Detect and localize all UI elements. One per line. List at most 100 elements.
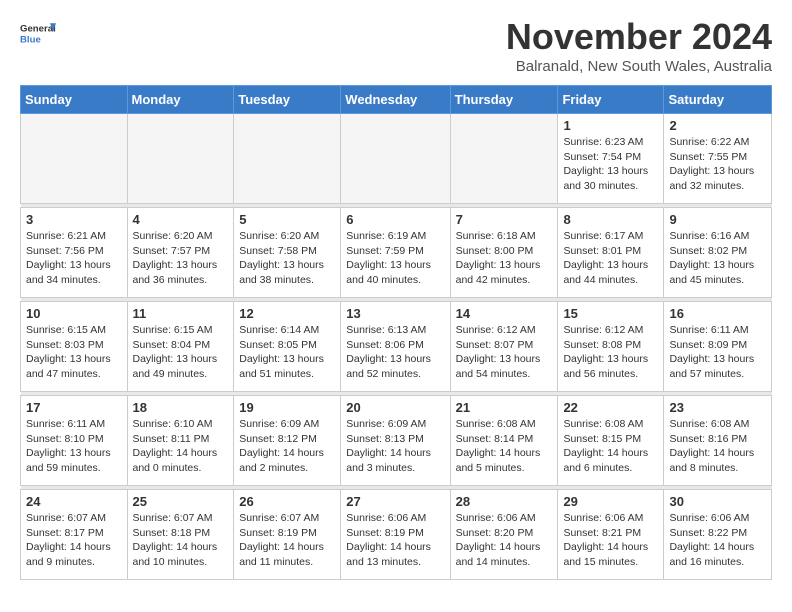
daylight-label: Daylight: 14 hours and 5 minutes.	[456, 447, 541, 474]
day-info: Sunrise: 6:08 AM Sunset: 8:14 PM Dayligh…	[456, 417, 553, 476]
logo-svg: General Blue	[20, 16, 56, 52]
day-number: 4	[133, 212, 229, 227]
table-cell: 17 Sunrise: 6:11 AM Sunset: 8:10 PM Dayl…	[21, 396, 128, 486]
sunset-label: Sunset: 8:04 PM	[133, 339, 211, 351]
sunset-label: Sunset: 8:05 PM	[239, 339, 317, 351]
table-cell: 23 Sunrise: 6:08 AM Sunset: 8:16 PM Dayl…	[664, 396, 772, 486]
daylight-label: Daylight: 13 hours and 52 minutes.	[346, 353, 431, 380]
day-info: Sunrise: 6:07 AM Sunset: 8:19 PM Dayligh…	[239, 511, 335, 570]
table-cell: 13 Sunrise: 6:13 AM Sunset: 8:06 PM Dayl…	[341, 302, 450, 392]
sunrise-label: Sunrise: 6:06 AM	[563, 512, 643, 524]
sunrise-label: Sunrise: 6:17 AM	[563, 230, 643, 242]
table-cell: 28 Sunrise: 6:06 AM Sunset: 8:20 PM Dayl…	[450, 490, 558, 580]
page-header: General Blue November 2024 Balranald, Ne…	[20, 16, 772, 75]
table-cell: 3 Sunrise: 6:21 AM Sunset: 7:56 PM Dayli…	[21, 208, 128, 298]
daylight-label: Daylight: 13 hours and 59 minutes.	[26, 447, 111, 474]
table-cell: 8 Sunrise: 6:17 AM Sunset: 8:01 PM Dayli…	[558, 208, 664, 298]
sunset-label: Sunset: 8:15 PM	[563, 433, 641, 445]
day-number: 29	[563, 494, 658, 509]
day-info: Sunrise: 6:22 AM Sunset: 7:55 PM Dayligh…	[669, 135, 766, 194]
day-number: 19	[239, 400, 335, 415]
col-thursday: Thursday	[450, 86, 558, 114]
table-cell: 30 Sunrise: 6:06 AM Sunset: 8:22 PM Dayl…	[664, 490, 772, 580]
table-cell: 29 Sunrise: 6:06 AM Sunset: 8:21 PM Dayl…	[558, 490, 664, 580]
col-saturday: Saturday	[664, 86, 772, 114]
day-number: 22	[563, 400, 658, 415]
table-cell: 11 Sunrise: 6:15 AM Sunset: 8:04 PM Dayl…	[127, 302, 234, 392]
sunrise-label: Sunrise: 6:07 AM	[26, 512, 106, 524]
sunrise-label: Sunrise: 6:20 AM	[133, 230, 213, 242]
table-cell: 22 Sunrise: 6:08 AM Sunset: 8:15 PM Dayl…	[558, 396, 664, 486]
daylight-label: Daylight: 13 hours and 34 minutes.	[26, 259, 111, 286]
daylight-label: Daylight: 13 hours and 36 minutes.	[133, 259, 218, 286]
table-cell	[21, 114, 128, 204]
sunrise-label: Sunrise: 6:07 AM	[239, 512, 319, 524]
table-cell	[127, 114, 234, 204]
sunset-label: Sunset: 7:55 PM	[669, 151, 747, 163]
svg-text:General: General	[20, 24, 56, 35]
sunset-label: Sunset: 7:57 PM	[133, 245, 211, 257]
day-number: 17	[26, 400, 122, 415]
day-number: 28	[456, 494, 553, 509]
sunset-label: Sunset: 7:58 PM	[239, 245, 317, 257]
sunrise-label: Sunrise: 6:09 AM	[239, 418, 319, 430]
sunrise-label: Sunrise: 6:11 AM	[669, 324, 748, 336]
daylight-label: Daylight: 14 hours and 16 minutes.	[669, 541, 754, 568]
daylight-label: Daylight: 14 hours and 2 minutes.	[239, 447, 324, 474]
table-cell: 9 Sunrise: 6:16 AM Sunset: 8:02 PM Dayli…	[664, 208, 772, 298]
sunset-label: Sunset: 8:00 PM	[456, 245, 534, 257]
table-cell: 26 Sunrise: 6:07 AM Sunset: 8:19 PM Dayl…	[234, 490, 341, 580]
table-cell: 14 Sunrise: 6:12 AM Sunset: 8:07 PM Dayl…	[450, 302, 558, 392]
sunset-label: Sunset: 8:01 PM	[563, 245, 641, 257]
sunrise-label: Sunrise: 6:08 AM	[456, 418, 536, 430]
svg-text:Blue: Blue	[20, 34, 41, 45]
sunset-label: Sunset: 8:13 PM	[346, 433, 424, 445]
sunset-label: Sunset: 7:59 PM	[346, 245, 424, 257]
daylight-label: Daylight: 13 hours and 42 minutes.	[456, 259, 541, 286]
table-cell: 12 Sunrise: 6:14 AM Sunset: 8:05 PM Dayl…	[234, 302, 341, 392]
sunrise-label: Sunrise: 6:08 AM	[669, 418, 749, 430]
day-info: Sunrise: 6:09 AM Sunset: 8:13 PM Dayligh…	[346, 417, 444, 476]
daylight-label: Daylight: 14 hours and 15 minutes.	[563, 541, 648, 568]
day-info: Sunrise: 6:06 AM Sunset: 8:21 PM Dayligh…	[563, 511, 658, 570]
sunset-label: Sunset: 8:19 PM	[239, 527, 317, 539]
daylight-label: Daylight: 14 hours and 3 minutes.	[346, 447, 431, 474]
table-cell: 7 Sunrise: 6:18 AM Sunset: 8:00 PM Dayli…	[450, 208, 558, 298]
sunrise-label: Sunrise: 6:15 AM	[133, 324, 213, 336]
daylight-label: Daylight: 14 hours and 8 minutes.	[669, 447, 754, 474]
table-cell	[450, 114, 558, 204]
sunset-label: Sunset: 8:14 PM	[456, 433, 534, 445]
day-number: 6	[346, 212, 444, 227]
day-number: 30	[669, 494, 766, 509]
sunrise-label: Sunrise: 6:19 AM	[346, 230, 426, 242]
table-cell: 15 Sunrise: 6:12 AM Sunset: 8:08 PM Dayl…	[558, 302, 664, 392]
sunset-label: Sunset: 8:16 PM	[669, 433, 747, 445]
sunset-label: Sunset: 8:06 PM	[346, 339, 424, 351]
col-monday: Monday	[127, 86, 234, 114]
sunrise-label: Sunrise: 6:06 AM	[346, 512, 426, 524]
day-info: Sunrise: 6:21 AM Sunset: 7:56 PM Dayligh…	[26, 229, 122, 288]
day-info: Sunrise: 6:09 AM Sunset: 8:12 PM Dayligh…	[239, 417, 335, 476]
sunset-label: Sunset: 8:03 PM	[26, 339, 104, 351]
day-number: 15	[563, 306, 658, 321]
sunrise-label: Sunrise: 6:21 AM	[26, 230, 106, 242]
col-sunday: Sunday	[21, 86, 128, 114]
sunrise-label: Sunrise: 6:16 AM	[669, 230, 749, 242]
sunrise-label: Sunrise: 6:18 AM	[456, 230, 536, 242]
day-number: 16	[669, 306, 766, 321]
table-cell: 5 Sunrise: 6:20 AM Sunset: 7:58 PM Dayli…	[234, 208, 341, 298]
sunset-label: Sunset: 8:10 PM	[26, 433, 104, 445]
calendar-table: Sunday Monday Tuesday Wednesday Thursday…	[20, 85, 772, 580]
table-cell: 4 Sunrise: 6:20 AM Sunset: 7:57 PM Dayli…	[127, 208, 234, 298]
calendar-week-1: 1 Sunrise: 6:23 AM Sunset: 7:54 PM Dayli…	[21, 114, 772, 204]
sunrise-label: Sunrise: 6:10 AM	[133, 418, 213, 430]
col-wednesday: Wednesday	[341, 86, 450, 114]
table-cell: 21 Sunrise: 6:08 AM Sunset: 8:14 PM Dayl…	[450, 396, 558, 486]
sunrise-label: Sunrise: 6:09 AM	[346, 418, 426, 430]
daylight-label: Daylight: 13 hours and 54 minutes.	[456, 353, 541, 380]
day-number: 9	[669, 212, 766, 227]
sunset-label: Sunset: 8:09 PM	[669, 339, 747, 351]
sunrise-label: Sunrise: 6:13 AM	[346, 324, 426, 336]
sunset-label: Sunset: 8:17 PM	[26, 527, 104, 539]
day-info: Sunrise: 6:15 AM Sunset: 8:03 PM Dayligh…	[26, 323, 122, 382]
